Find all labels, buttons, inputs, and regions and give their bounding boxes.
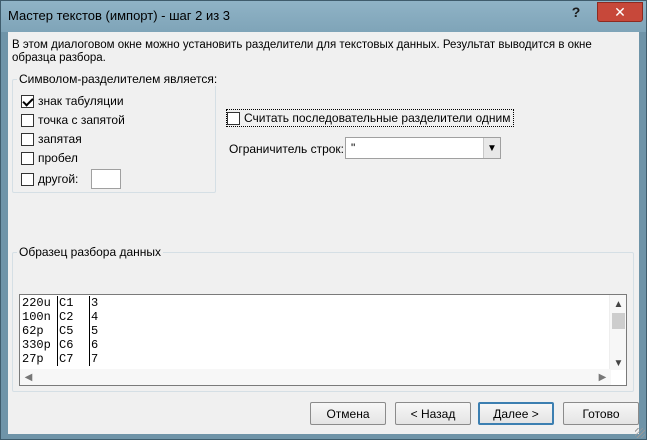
preview-title: Образец разбора данных (17, 245, 164, 259)
preview-cell: 4 (91, 310, 99, 324)
delimiters-title: Символом-разделителем является: (17, 72, 220, 86)
text-qualifier-select[interactable]: " ▼ (345, 137, 501, 159)
preview-cell: C6 (58, 338, 90, 352)
preview-cell: 220u (21, 296, 58, 310)
horizontal-scrollbar[interactable]: ◀ ▶ (20, 369, 611, 385)
finish-button[interactable]: Готово (563, 402, 639, 425)
scroll-right-icon[interactable]: ▶ (594, 370, 611, 384)
comma-label: запятая (38, 132, 82, 146)
next-button[interactable]: Далее > (478, 402, 554, 425)
help-button[interactable]: ? (561, 2, 591, 22)
space-checkbox[interactable] (21, 151, 34, 165)
preview-row: 100n C2 4 (21, 310, 110, 324)
dialog-window: Мастер текстов (импорт) - шаг 2 из 3 ? ✕… (0, 0, 647, 440)
vertical-scrollbar[interactable]: ▲ ▼ (609, 295, 626, 370)
scroll-up-icon[interactable]: ▲ (610, 297, 626, 311)
back-button[interactable]: < Назад (395, 402, 471, 425)
preview-cell: 5 (91, 324, 99, 338)
other-checkbox[interactable] (21, 172, 34, 186)
space-label: пробел (38, 151, 78, 165)
preview-cell: C7 (58, 352, 90, 366)
delimiter-other[interactable]: другой: (21, 171, 78, 187)
scroll-thumb[interactable] (612, 313, 625, 329)
dialog-body: В этом диалоговом окне можно установить … (8, 32, 639, 434)
delimiter-space[interactable]: пробел (21, 150, 78, 166)
other-label: другой: (38, 172, 79, 186)
tab-checkbox[interactable] (21, 94, 34, 108)
preview-cell: C1 (58, 296, 90, 310)
cancel-button[interactable]: Отмена (310, 402, 386, 425)
preview-cell: 330p (21, 338, 58, 352)
preview-cell: 62p (21, 324, 58, 338)
consecutive-label: Считать последовательные разделители одн… (244, 111, 511, 125)
tab-label: знак табуляции (38, 94, 124, 108)
text-qualifier-label: Ограничитель строк: (229, 142, 344, 156)
preview-cell: 6 (91, 338, 99, 352)
scroll-down-icon[interactable]: ▼ (610, 356, 626, 370)
consecutive-checkbox[interactable] (227, 111, 240, 125)
preview-row: 62p C5 5 (21, 324, 110, 338)
close-button[interactable]: ✕ (597, 2, 643, 22)
preview-row: 27p C7 7 (21, 352, 110, 366)
semicolon-label: точка с запятой (38, 113, 125, 127)
delimiter-tab[interactable]: знак табуляции (21, 93, 124, 109)
consecutive-delimiters-option[interactable]: Считать последовательные разделители одн… (226, 109, 514, 127)
preview-row: 220u C1 3 (21, 296, 110, 310)
preview-cell: 100n (21, 310, 58, 324)
preview-cell: 3 (91, 296, 99, 310)
preview-cell: 7 (91, 352, 99, 366)
scroll-left-icon[interactable]: ◀ (20, 370, 37, 384)
preview-cell: C5 (58, 324, 90, 338)
preview-rows: 220u C1 3 100n C2 4 62p C5 5 330p C6 6 2… (21, 296, 110, 366)
preview-cell: 27p (21, 352, 58, 366)
resize-grip-icon[interactable] (635, 428, 645, 438)
other-delimiter-input[interactable] (91, 169, 121, 189)
preview-cell: C2 (58, 310, 90, 324)
delimiter-comma[interactable]: запятая (21, 131, 82, 147)
semicolon-checkbox[interactable] (21, 113, 34, 127)
delimiter-semicolon[interactable]: точка с запятой (21, 112, 125, 128)
preview-row: 330p C6 6 (21, 338, 110, 352)
chevron-down-icon[interactable]: ▼ (483, 138, 500, 158)
window-title: Мастер текстов (импорт) - шаг 2 из 3 (8, 8, 231, 23)
title-bar[interactable]: Мастер текстов (импорт) - шаг 2 из 3 ? ✕ (1, 1, 646, 32)
text-qualifier-value: " (351, 141, 356, 155)
comma-checkbox[interactable] (21, 132, 34, 146)
data-preview[interactable]: 220u C1 3 100n C2 4 62p C5 5 330p C6 6 2… (19, 294, 627, 386)
description-text: В этом диалоговом окне можно установить … (12, 39, 592, 64)
